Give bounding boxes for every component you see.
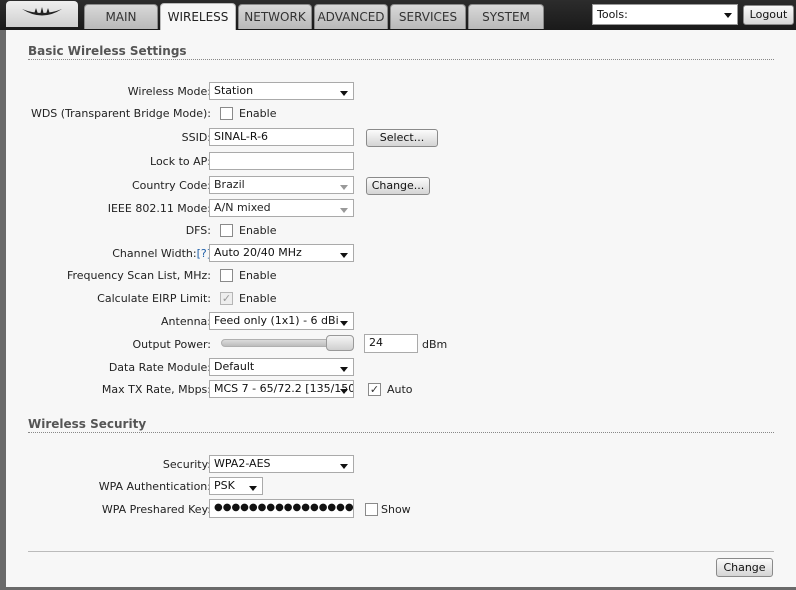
frequency-scan-enable-label: Enable xyxy=(239,269,277,282)
chevron-down-icon xyxy=(340,321,348,326)
output-power-value: 24 xyxy=(369,336,383,349)
tab-main[interactable]: MAIN xyxy=(84,4,158,29)
section-title-basic-wireless: Basic Wireless Settings xyxy=(28,44,187,58)
show-key-checkbox[interactable] xyxy=(365,503,378,516)
logout-button[interactable]: Logout xyxy=(743,5,794,25)
country-code-select: Brazil xyxy=(209,176,354,194)
antenna-value: Feed only (1x1) - 6 dBi xyxy=(214,314,339,327)
footer-divider xyxy=(28,551,774,552)
security-select[interactable]: WPA2-AES xyxy=(209,455,354,473)
section-divider xyxy=(28,59,774,60)
wpa-authentication-select[interactable]: PSK xyxy=(209,477,263,495)
max-tx-rate-select[interactable]: MCS 7 - 65/72.2 [135/150 xyxy=(209,380,354,398)
lock-to-ap-input[interactable] xyxy=(209,152,354,170)
wireless-mode-label: Wireless Mode: xyxy=(127,85,211,98)
wpa-preshared-key-value: ●●●●●●●●●●●●●●●●●●●●● xyxy=(214,502,354,513)
data-rate-module-value: Default xyxy=(214,360,255,373)
wds-label: WDS (Transparent Bridge Mode): xyxy=(30,107,211,120)
chevron-down-icon xyxy=(724,13,732,18)
wpa-authentication-value: PSK xyxy=(214,479,235,492)
wireless-mode-value: Station xyxy=(214,84,254,97)
antenna-label: Antenna: xyxy=(161,315,211,328)
output-power-slider-handle[interactable] xyxy=(326,335,354,351)
max-tx-rate-label: Max TX Rate, Mbps: xyxy=(101,383,211,396)
tab-system[interactable]: SYSTEM xyxy=(468,4,544,29)
change-button[interactable]: Change xyxy=(716,558,773,577)
ieee-mode-value: A/N mixed xyxy=(214,201,271,214)
tab-wireless[interactable]: WIRELESS xyxy=(160,3,236,30)
section-title-wireless-security: Wireless Security xyxy=(28,417,147,431)
antenna-select[interactable]: Feed only (1x1) - 6 dBi xyxy=(209,312,354,330)
channel-width-value: Auto 20/40 MHz xyxy=(214,246,302,259)
channel-width-label-text: Channel Width: xyxy=(112,247,197,260)
ssid-select-button[interactable]: Select... xyxy=(366,129,438,147)
country-code-label: Country Code: xyxy=(131,179,211,192)
chevron-down-icon xyxy=(340,464,348,469)
chevron-down-icon xyxy=(340,91,348,96)
lock-to-ap-label: Lock to AP: xyxy=(150,155,211,168)
eirp-label: Calculate EIRP Limit: xyxy=(97,292,211,305)
dfs-enable-label: Enable xyxy=(239,224,277,237)
max-tx-auto-label: Auto xyxy=(387,383,413,396)
tab-network[interactable]: NETWORK xyxy=(238,4,312,29)
ubiquiti-logo xyxy=(6,1,78,27)
dfs-enable-checkbox[interactable] xyxy=(220,224,233,237)
data-rate-module-select[interactable]: Default xyxy=(209,358,354,376)
channel-width-select[interactable]: Auto 20/40 MHz xyxy=(209,244,354,262)
wpa-preshared-key-label: WPA Preshared Key: xyxy=(101,503,211,516)
frequency-scan-label: Frequency Scan List, MHz: xyxy=(66,269,211,282)
ssid-label: SSID: xyxy=(181,131,211,144)
show-key-label: Show xyxy=(381,503,411,516)
tab-advanced[interactable]: ADVANCED xyxy=(314,4,388,29)
country-change-button[interactable]: Change... xyxy=(366,177,430,195)
section-divider xyxy=(28,432,774,433)
wpa-authentication-label: WPA Authentication: xyxy=(98,480,211,493)
tools-select-label: Tools: xyxy=(597,8,628,21)
tools-select[interactable]: Tools: xyxy=(592,4,738,25)
wds-enable-checkbox[interactable] xyxy=(220,107,233,120)
output-power-unit: dBm xyxy=(422,338,448,351)
tab-services[interactable]: SERVICES xyxy=(390,4,466,29)
chevron-down-icon xyxy=(249,486,257,491)
eirp-enable-checkbox: ✓ xyxy=(220,292,233,305)
max-tx-rate-value: MCS 7 - 65/72.2 [135/150 xyxy=(214,382,354,395)
chevron-down-icon xyxy=(340,253,348,258)
ssid-value: SINAL-R-6 xyxy=(214,130,269,143)
chevron-down-icon xyxy=(340,367,348,372)
output-power-label: Output Power: xyxy=(132,338,211,351)
channel-width-label: Channel Width:[?] xyxy=(112,247,211,260)
dfs-label: DFS: xyxy=(185,224,211,237)
chevron-down-icon xyxy=(340,208,348,213)
ubiquiti-logo-icon xyxy=(22,7,62,16)
ssid-input[interactable]: SINAL-R-6 xyxy=(209,128,354,146)
output-power-input[interactable]: 24 xyxy=(364,334,418,353)
eirp-enable-label: Enable xyxy=(239,292,277,305)
security-label: Security: xyxy=(162,458,211,471)
ieee-mode-select: A/N mixed xyxy=(209,199,354,217)
chevron-down-icon xyxy=(340,389,348,394)
wpa-preshared-key-input[interactable]: ●●●●●●●●●●●●●●●●●●●●● xyxy=(209,499,354,518)
ieee-mode-label: IEEE 802.11 Mode: xyxy=(107,202,211,215)
frequency-scan-enable-checkbox[interactable] xyxy=(220,269,233,282)
top-nav-bar: MAIN WIRELESS NETWORK ADVANCED SERVICES … xyxy=(0,0,796,30)
wireless-mode-select[interactable]: Station xyxy=(209,82,354,100)
chevron-down-icon xyxy=(340,185,348,190)
max-tx-auto-checkbox[interactable]: ✓ xyxy=(368,383,381,396)
country-code-value: Brazil xyxy=(214,178,245,191)
data-rate-module-label: Data Rate Module: xyxy=(108,361,211,374)
security-value: WPA2-AES xyxy=(214,457,271,470)
wds-enable-label: Enable xyxy=(239,107,277,120)
